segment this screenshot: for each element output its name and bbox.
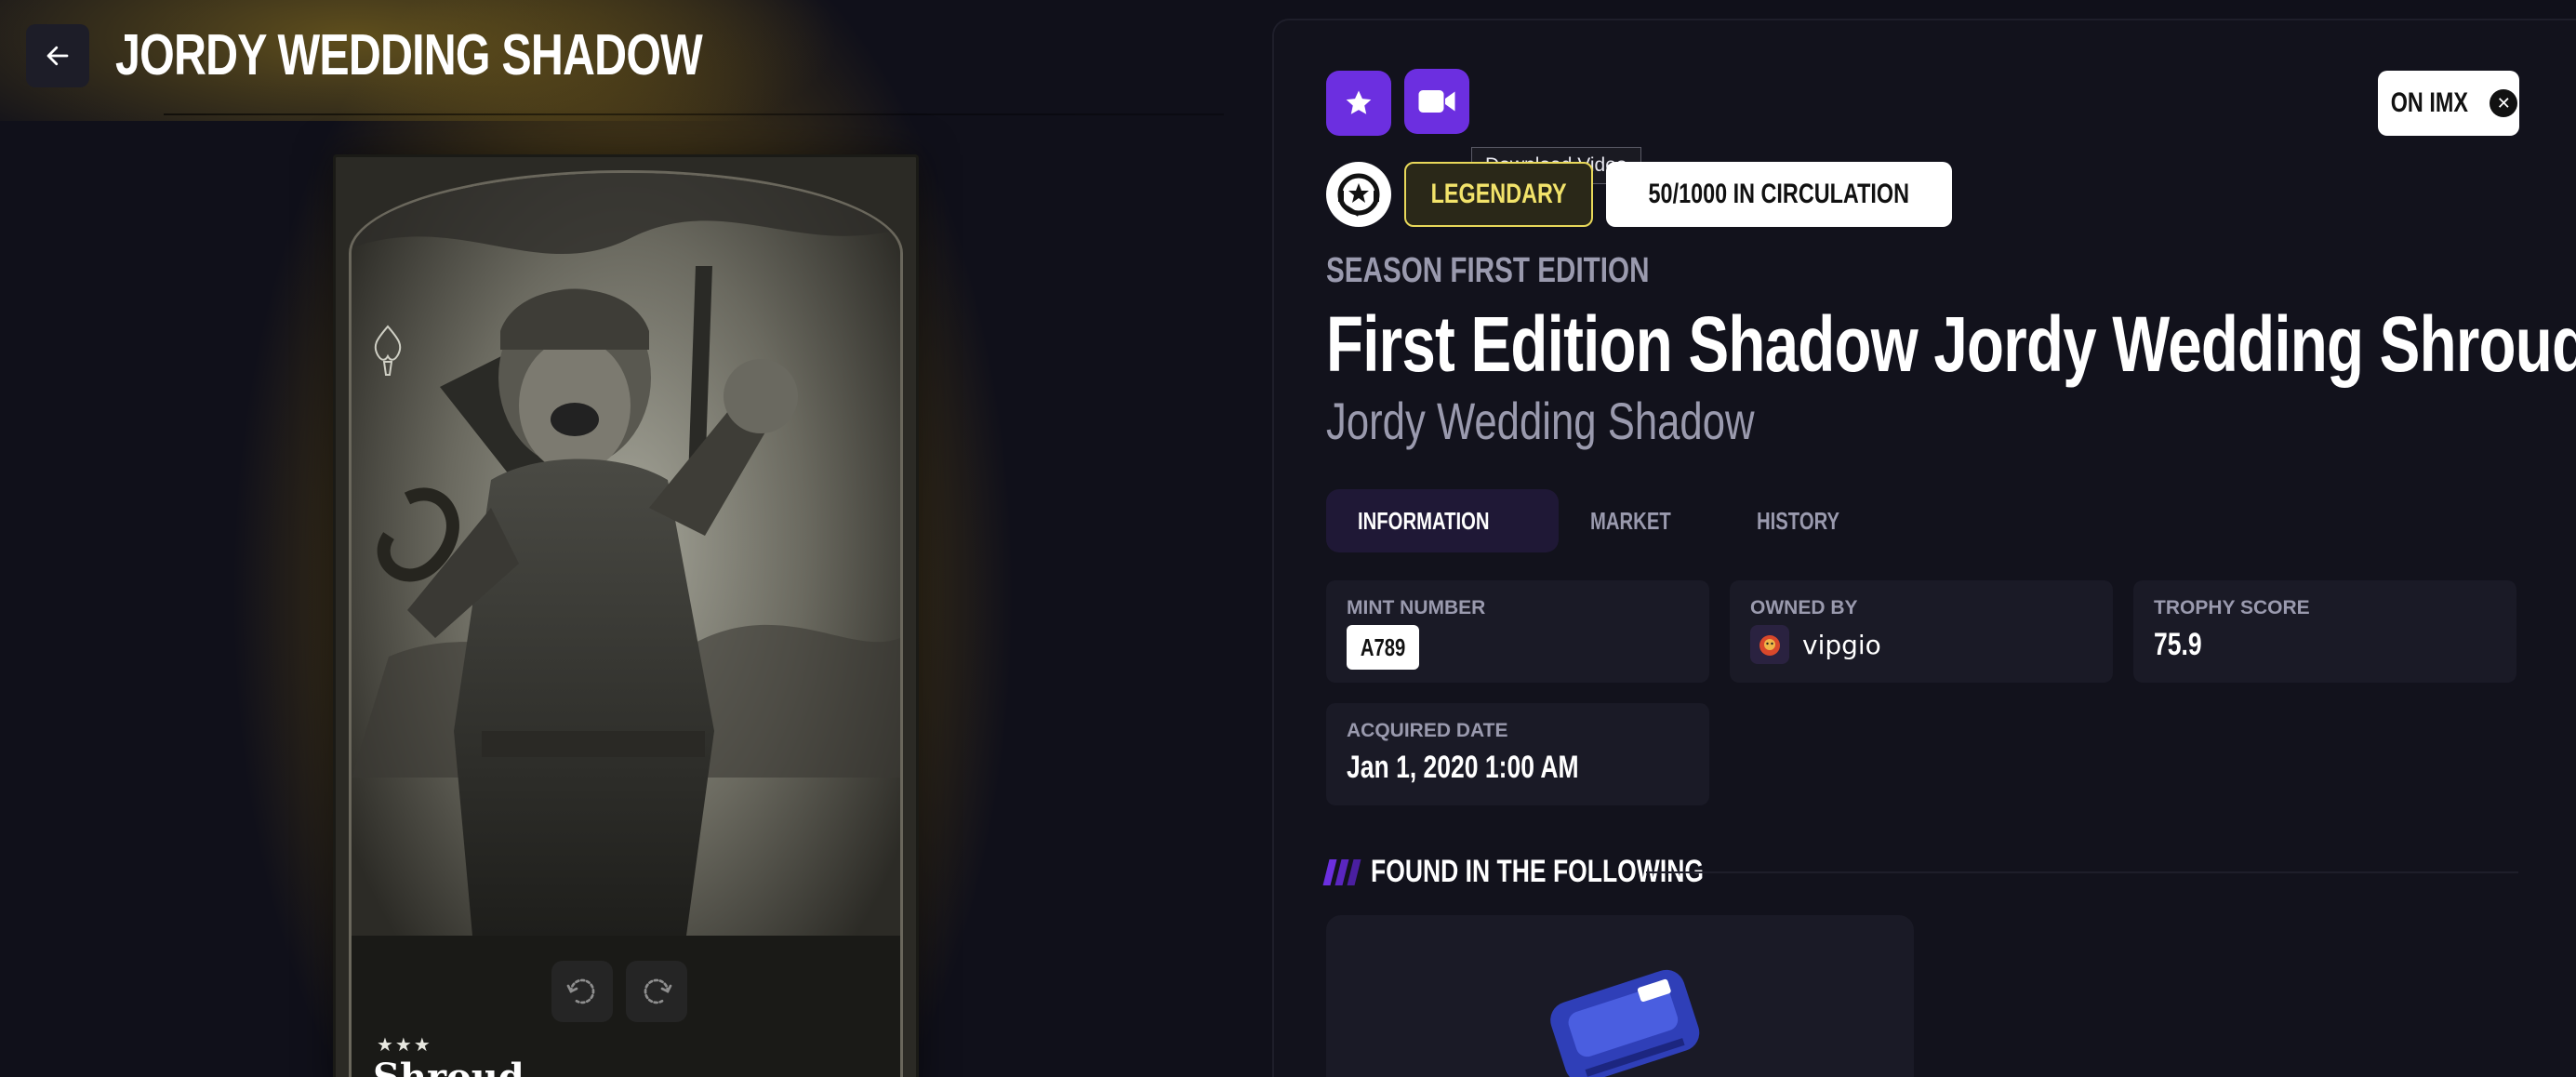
- team-logo-icon[interactable]: [1326, 162, 1391, 227]
- rotate-left-button[interactable]: [551, 961, 613, 1022]
- favorite-button[interactable]: [1326, 71, 1391, 136]
- circulation-label: 50/1000 IN CIRCULATION: [1648, 179, 1910, 209]
- mint-number-label: MINT NUMBER: [1347, 597, 1486, 618]
- product-title: First Edition Shadow Jordy Wedding Shrou…: [1326, 300, 2576, 388]
- rotate-left-icon: [566, 978, 595, 1004]
- x-icon: ✕: [2490, 89, 2518, 117]
- back-button[interactable]: [26, 24, 89, 87]
- product-subtitle: Jordy Wedding Shadow: [1326, 392, 1755, 450]
- acquired-date-label: ACQUIRED DATE: [1347, 720, 1508, 741]
- trophy-score-label: TROPHY SCORE: [2154, 597, 2310, 618]
- tab-information-label: INFORMATION: [1358, 506, 1490, 535]
- star-icon: [1346, 90, 1372, 114]
- owner-link[interactable]: vipgio: [1750, 625, 1881, 664]
- card-artwork: [352, 173, 900, 1077]
- download-video-button[interactable]: [1404, 69, 1469, 134]
- heading-stripes-icon: [1322, 858, 1361, 885]
- on-imx-button[interactable]: ON IMX ✕: [2378, 71, 2519, 136]
- tab-history-label: HISTORY: [1756, 506, 1839, 535]
- mint-number-card: MINT NUMBER A789: [1326, 580, 1709, 683]
- owner-name: vipgio: [1802, 629, 1881, 660]
- page: JORDY WEDDING SHADOW ★★★ Video ON IMX ✕ …: [0, 0, 2576, 1077]
- title-divider: [164, 113, 1224, 115]
- video-camera-icon: [1418, 90, 1455, 113]
- rarity-badge: LEGENDARY: [1404, 162, 1594, 227]
- tab-market-label: MARKET: [1589, 506, 1671, 535]
- trophy-score-card: TROPHY SCORE 75.9: [2133, 580, 2516, 683]
- nft-card[interactable]: ★★★ Shroud: [333, 154, 919, 1077]
- owned-by-label: OWNED BY: [1750, 597, 1858, 618]
- season-label: SEASON FIRST EDITION: [1326, 251, 1650, 290]
- page-title: JORDY WEDDING SHADOW: [115, 23, 703, 87]
- card-player-name: Shroud: [373, 1056, 524, 1077]
- section-divider: [1646, 871, 2518, 873]
- owned-by-card: OWNED BY vipgio: [1730, 580, 2113, 683]
- avatar: [1750, 625, 1789, 664]
- card-suit-icon: [374, 325, 402, 376]
- card-rotation-controls: [551, 961, 687, 1022]
- collection-card[interactable]: [1326, 915, 1914, 1077]
- mint-number-value: A789: [1360, 632, 1406, 661]
- acquired-date-value: Jan 1, 2020 1:00 AM: [1347, 750, 1579, 785]
- rotate-right-icon: [644, 978, 672, 1004]
- badge-row: LEGENDARY 50/1000 IN CIRCULATION: [1326, 162, 1952, 227]
- card-frame: [349, 170, 903, 1077]
- acquired-date-card: ACQUIRED DATE Jan 1, 2020 1:00 AM: [1326, 703, 1709, 805]
- detail-tabs: INFORMATION MARKET HISTORY: [1326, 489, 1894, 552]
- rarity-label: LEGENDARY: [1430, 179, 1567, 209]
- rotate-right-button[interactable]: [626, 961, 687, 1022]
- trophy-score-value: 75.9: [2154, 627, 2202, 662]
- circulation-badge: 50/1000 IN CIRCULATION: [1606, 162, 1952, 227]
- tab-information[interactable]: INFORMATION: [1326, 489, 1559, 552]
- card-viewer-panel: JORDY WEDDING SHADOW ★★★: [0, 0, 1246, 1077]
- arrow-left-icon: [46, 46, 69, 66]
- card-stars: ★★★: [377, 1033, 432, 1056]
- on-imx-label: ON IMX: [2390, 87, 2468, 118]
- tab-market[interactable]: MARKET: [1559, 489, 1725, 552]
- collection-item-image: [1550, 969, 1700, 1077]
- tab-history[interactable]: HISTORY: [1725, 489, 1894, 552]
- mint-number-chip: A789: [1347, 625, 1420, 670]
